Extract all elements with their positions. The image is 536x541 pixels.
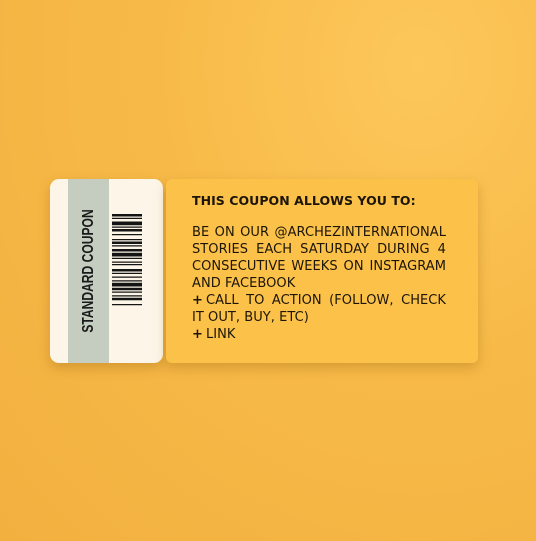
coupon-item-call-to-action: + CALL TO ACTION (FOLLOW, CHECK IT OUT, B… xyxy=(192,292,446,326)
coupon-text-block: THIS COUPON ALLOWS YOU TO: BE ON OUR @AR… xyxy=(192,192,446,343)
coupon-item-text: CALL TO ACTION (FOLLOW, CHECK IT OUT, BU… xyxy=(192,293,446,325)
coupon-item-link: + LINK xyxy=(192,326,446,343)
stub-label-text: STANDARD COUPON xyxy=(80,209,97,333)
coupon-stub: STANDARD COUPON xyxy=(50,179,163,363)
plus-icon: + xyxy=(192,293,203,308)
barcode-icon xyxy=(112,214,142,328)
plus-icon: + xyxy=(192,327,203,342)
coupon-item-text: LINK xyxy=(205,327,236,342)
coupon-body: THIS COUPON ALLOWS YOU TO: BE ON OUR @AR… xyxy=(166,179,478,363)
coupon-heading: THIS COUPON ALLOWS YOU TO: xyxy=(192,193,416,208)
coupon-description: BE ON OUR @ARCHEZINTERNATIONAL STORIES E… xyxy=(192,225,446,291)
stub-label: STANDARD COUPON xyxy=(80,192,98,350)
coupon-card: STANDARD COUPON THIS COUPON ALLOWS YOU T… xyxy=(50,179,478,363)
